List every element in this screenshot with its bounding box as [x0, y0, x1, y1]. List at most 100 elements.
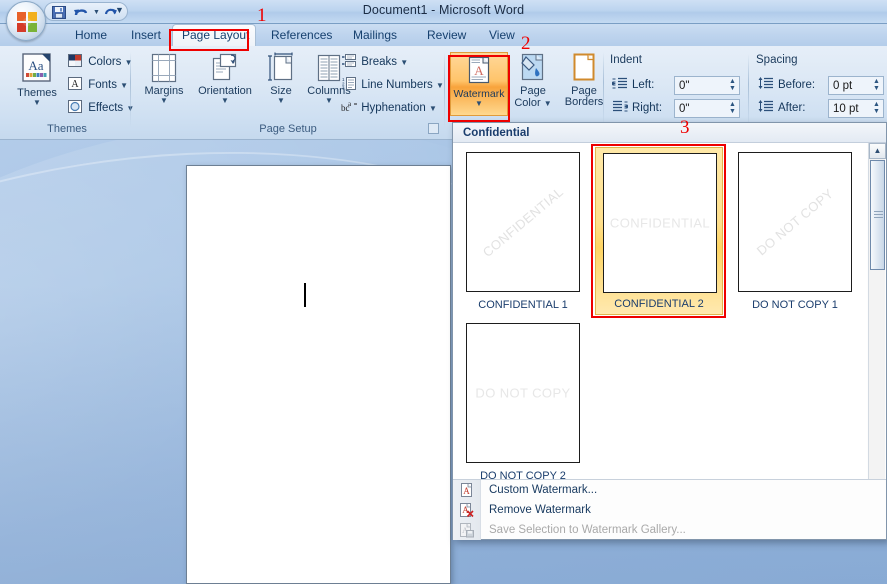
indent-right-input[interactable]: 0" ▲ ▼ [674, 99, 740, 118]
margins-icon [151, 53, 177, 83]
spacing-after-icon [758, 100, 774, 116]
fonts-icon: A [68, 77, 85, 92]
annotation-box-watermark-button [448, 55, 510, 122]
line-numbers-caret-icon[interactable]: ▼ [436, 81, 444, 90]
spacing-before-input[interactable]: 0 pt ▲ ▼ [828, 76, 884, 95]
indent-left-spinner[interactable]: ▲ ▼ [728, 78, 737, 93]
svg-text:A: A [71, 79, 79, 90]
indent-right-value: 0" [679, 103, 690, 115]
scrollbar-thumb[interactable] [870, 160, 885, 270]
group-divider-1 [130, 52, 131, 128]
undo-icon[interactable] [73, 6, 88, 19]
annotation-number-1: 1 [257, 5, 267, 26]
theme-fonts-caret-icon[interactable]: ▼ [120, 81, 128, 90]
spacing-after-spinner[interactable]: ▲ ▼ [872, 101, 881, 116]
themes-caret-icon[interactable]: ▼ [8, 99, 66, 107]
gallery-item-confidential-1[interactable]: CONFIDENTIAL CONFIDENTIAL 1 [459, 147, 587, 315]
breaks-button[interactable]: Breaks ▼ [341, 53, 408, 72]
thumbnail-preview: DO NOT COPY [738, 152, 852, 292]
theme-effects-button[interactable]: Effects ▼ [68, 99, 134, 118]
tab-view[interactable]: View [480, 24, 524, 46]
annotation-box-page-layout-tab [169, 29, 249, 51]
margins-button[interactable]: Margins ▼ [137, 52, 191, 105]
scroll-up-icon[interactable]: ▲ [869, 143, 886, 159]
svg-text:A: A [463, 486, 470, 496]
menu-item-remove-watermark[interactable]: A Remove Watermark [453, 500, 886, 520]
customize-quick-access-icon[interactable]: ▼ [115, 5, 124, 15]
indent-right-icon [612, 100, 628, 116]
breaks-caret-icon[interactable]: ▼ [400, 58, 408, 67]
page-setup-group-label: Page Setup [259, 123, 317, 135]
theme-colors-button[interactable]: Colors ▼ [68, 53, 133, 72]
gallery-item-do-not-copy-2[interactable]: DO NOT COPY DO NOT COPY 2 [459, 318, 587, 486]
annotation-number-3: 3 [680, 117, 690, 138]
size-button[interactable]: Size ▼ [261, 52, 301, 105]
menu-item-label: Remove Watermark [489, 504, 591, 516]
tab-references[interactable]: References [262, 24, 341, 46]
gallery-scrollbar[interactable]: ▲ ▼ [868, 143, 886, 500]
themes-icon: Aa [22, 53, 51, 82]
office-button[interactable] [6, 1, 46, 41]
hyphenation-label: Hyphenation [361, 102, 426, 114]
spacing-after-label: After: [778, 102, 806, 114]
save-icon[interactable] [52, 6, 66, 19]
themes-group-label: Themes [47, 123, 87, 135]
indent-left-input[interactable]: 0" ▲ ▼ [674, 76, 740, 95]
menu-item-label: Custom Watermark... [489, 484, 598, 496]
indent-right-label: Right: [632, 102, 663, 114]
watermark-preview-text: DO NOT COPY [475, 385, 571, 401]
svg-text:A: A [462, 505, 469, 515]
tab-review[interactable]: Review [418, 24, 475, 46]
theme-fonts-button[interactable]: A Fonts ▼ [68, 76, 128, 95]
svg-text:3: 3 [342, 86, 345, 91]
themes-button[interactable]: Aa Themes ▼ [8, 52, 66, 107]
gallery-menu: A Custom Watermark... A Remove Watermark [453, 479, 886, 540]
watermark-preview-text: DO NOT COPY [753, 185, 837, 259]
theme-fonts-label: Fonts [88, 79, 117, 91]
annotation-box-confidential-2 [591, 144, 726, 318]
thumbnail-preview: DO NOT COPY [466, 323, 580, 463]
watermark-preview-text: CONFIDENTIAL [479, 184, 567, 260]
orientation-button[interactable]: Orientation ▼ [191, 52, 259, 105]
document-page[interactable] [186, 165, 451, 584]
office-logo-icon [17, 12, 37, 32]
indent-left-label: Left: [632, 79, 655, 91]
spacing-after-input[interactable]: 10 pt ▲ ▼ [828, 99, 884, 118]
menu-item-save-selection-to-watermark-gallery: A Save Selection to Watermark Gallery... [453, 520, 886, 540]
page-setup-dialog-launcher[interactable] [428, 123, 439, 134]
indent-right-spinner[interactable]: ▲ ▼ [728, 101, 737, 116]
line-numbers-label: Line Numbers [361, 79, 433, 91]
spacing-after-value: 10 pt [833, 103, 859, 115]
title-bar: Document1 - Microsoft Word [0, 0, 887, 24]
page-color-button[interactable]: Page Color ▼ [510, 52, 556, 109]
tab-insert[interactable]: Insert [122, 24, 170, 46]
theme-colors-caret-icon[interactable]: ▼ [125, 58, 133, 67]
line-numbers-button[interactable]: 1 2 3 Line Numbers ▼ [341, 76, 444, 95]
orientation-icon [212, 53, 237, 81]
svg-text:a: a [348, 100, 352, 108]
theme-effects-label: Effects [88, 102, 124, 114]
size-caret-icon[interactable]: ▼ [261, 97, 301, 105]
tab-mailings[interactable]: Mailings [344, 24, 406, 46]
gallery-item-do-not-copy-1[interactable]: DO NOT COPY DO NOT COPY 1 [731, 147, 859, 315]
gallery-item-label: CONFIDENTIAL 1 [478, 299, 568, 311]
ribbon-group-page-setup: Margins ▼ Orientation ▼ Size ▼ Columns ▼… [133, 48, 444, 136]
menu-item-label: Save Selection to Watermark Gallery... [489, 524, 686, 536]
indent-left-value: 0" [679, 80, 690, 92]
indent-spacing-divider [748, 54, 749, 130]
orientation-caret-icon[interactable]: ▼ [191, 97, 259, 105]
tab-home[interactable]: Home [66, 24, 116, 46]
margins-caret-icon[interactable]: ▼ [137, 97, 191, 105]
remove-watermark-icon: A [458, 502, 475, 518]
menu-item-custom-watermark[interactable]: A Custom Watermark... [453, 480, 886, 500]
page-color-caret-icon[interactable]: ▼ [544, 99, 552, 108]
annotation-number-2: 2 [521, 33, 531, 54]
ribbon-tab-strip: Home Insert Page Layout References Maili… [0, 24, 887, 46]
hyphenation-icon: bc a [341, 99, 358, 114]
scrollbar-grip-icon [874, 211, 883, 218]
theme-colors-label: Colors [88, 56, 122, 68]
hyphenation-caret-icon[interactable]: ▼ [429, 104, 437, 113]
undo-caret-icon[interactable]: ▼ [93, 9, 100, 16]
spacing-before-spinner[interactable]: ▲ ▼ [872, 78, 881, 93]
hyphenation-button[interactable]: bc a Hyphenation ▼ [341, 99, 437, 118]
